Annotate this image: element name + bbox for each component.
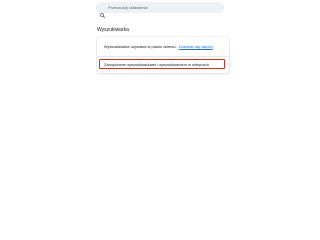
manage-search-engines-label: Zarządzanie wyszukiwarkami i wyszukiwani… (104, 62, 209, 67)
address-bar-engine-text: Wyszukiwarka używana w pasku adresu. (104, 44, 177, 49)
settings-page: Przeszukaj ustawienia Wyszukiwarka Wyszu… (0, 0, 240, 240)
settings-search-box[interactable]: Przeszukaj ustawienia (96, 2, 224, 19)
section-title: Wyszukiwarka (97, 27, 129, 33)
learn-more-link[interactable]: Dowiedz się więcej (179, 44, 213, 49)
divider (97, 56, 229, 57)
search-input[interactable]: Przeszukaj ustawienia (108, 3, 148, 12)
search-engine-card: Wyszukiwarka używana w pasku adresu. Dow… (97, 37, 229, 73)
manage-search-engines-row[interactable]: Zarządzanie wyszukiwarkami i wyszukiwani… (99, 59, 225, 69)
search-icon (100, 5, 106, 19)
address-bar-engine-row: Wyszukiwarka używana w pasku adresu. Dow… (104, 44, 213, 50)
